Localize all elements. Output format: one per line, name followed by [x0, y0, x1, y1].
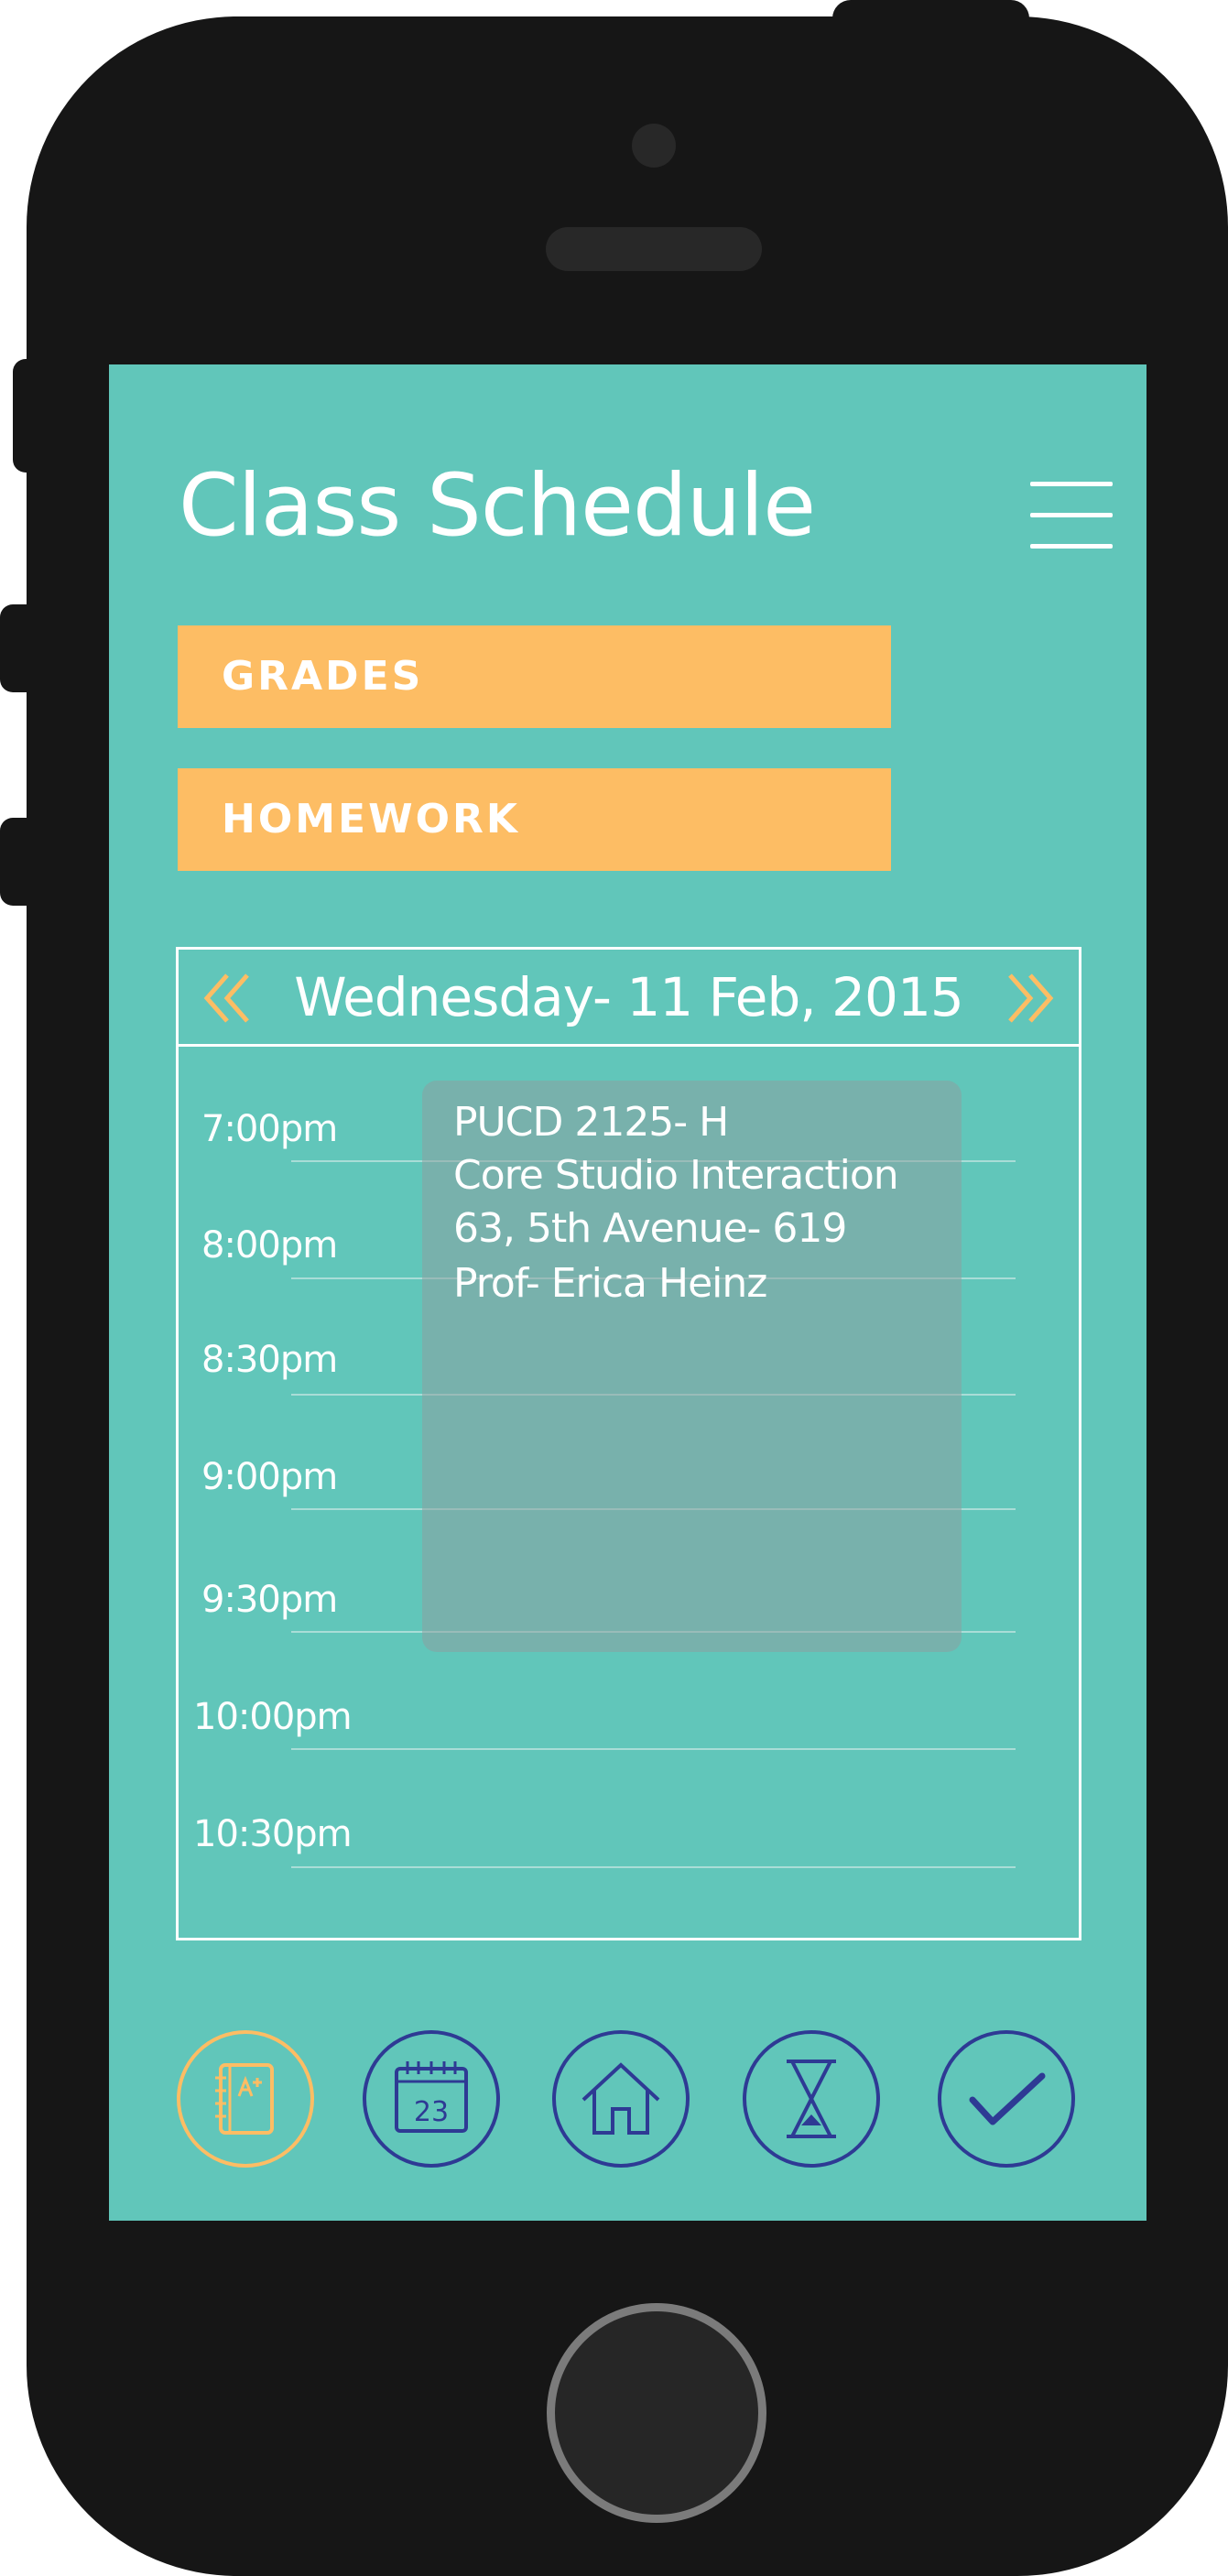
hamburger-menu-icon[interactable]	[1030, 482, 1113, 549]
event-course-name: Core Studio Interaction	[453, 1152, 899, 1199]
tab-completed[interactable]	[938, 2030, 1075, 2168]
chevron-right-icon[interactable]	[1003, 970, 1058, 1027]
time-slot-label: 10:00pm	[193, 1696, 353, 1738]
event-course-code: PUCD 2125- H	[453, 1099, 729, 1146]
calendar-icon: 23	[395, 2061, 468, 2133]
time-slot-line	[291, 1748, 1016, 1750]
time-slot-label: 7:00pm	[201, 1108, 338, 1150]
mute-switch	[13, 359, 46, 473]
tab-grades[interactable]	[177, 2030, 314, 2168]
tab-calendar[interactable]: 23	[363, 2030, 500, 2168]
time-slot-label: 9:30pm	[201, 1579, 338, 1621]
hourglass-icon	[787, 2060, 836, 2138]
earpiece-speaker	[546, 227, 762, 271]
time-slot-label: 10:30pm	[193, 1813, 353, 1855]
volume-down-button	[0, 818, 33, 906]
time-slot-label: 9:00pm	[201, 1456, 338, 1498]
class-event-card[interactable]: PUCD 2125- H Core Studio Interaction 63,…	[422, 1081, 962, 1652]
grades-notebook-icon	[215, 2063, 274, 2135]
home-icon	[581, 2062, 660, 2135]
date-header: Wednesday- 11 Feb, 2015	[179, 950, 1079, 1047]
grades-button[interactable]: GRADES	[178, 625, 891, 728]
time-slot-line	[291, 1866, 1016, 1868]
tab-home[interactable]	[552, 2030, 690, 2168]
time-slot-label: 8:30pm	[201, 1339, 338, 1381]
homework-button[interactable]: HOMEWORK	[178, 768, 891, 871]
front-camera	[632, 124, 676, 168]
power-button	[832, 0, 1029, 37]
event-professor: Prof- Erica Heinz	[453, 1260, 767, 1307]
tab-pending[interactable]	[743, 2030, 880, 2168]
calendar-day-number: 23	[414, 2096, 449, 2128]
app-screen: Class Schedule GRADES HOMEWORK Wednesday…	[109, 364, 1146, 2221]
current-date: Wednesday- 11 Feb, 2015	[294, 966, 964, 1028]
checkmark-icon	[969, 2072, 1046, 2125]
schedule-panel: Wednesday- 11 Feb, 2015 7:00pm 8:00pm 8:…	[176, 947, 1081, 1940]
home-button[interactable]	[547, 2303, 766, 2523]
time-slot-label: 8:00pm	[201, 1224, 338, 1266]
event-location: 63, 5th Avenue- 619	[453, 1205, 847, 1252]
volume-up-button	[0, 604, 33, 692]
page-title: Class Schedule	[179, 456, 816, 556]
